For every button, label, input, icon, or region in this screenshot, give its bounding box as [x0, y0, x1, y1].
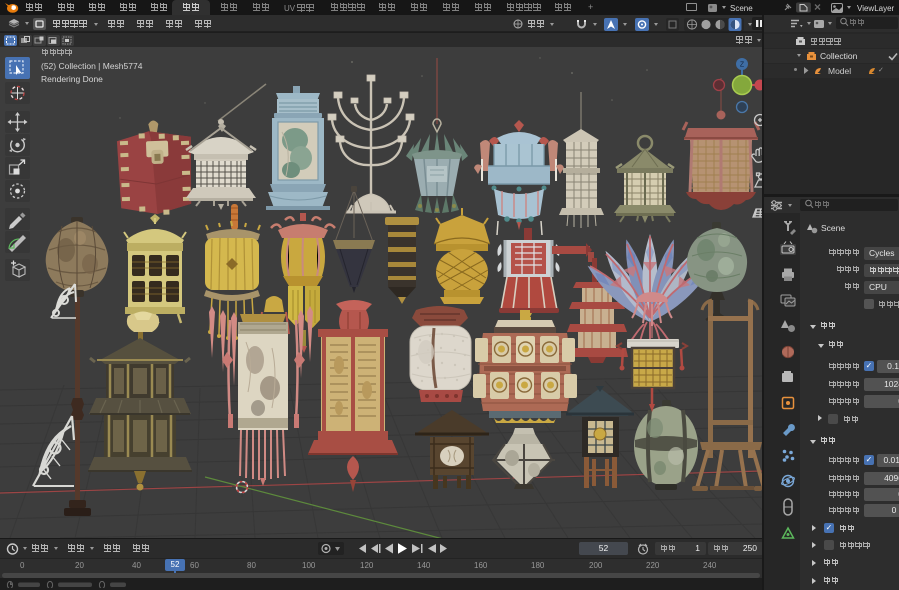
svg-text:Z: Z [740, 62, 745, 69]
